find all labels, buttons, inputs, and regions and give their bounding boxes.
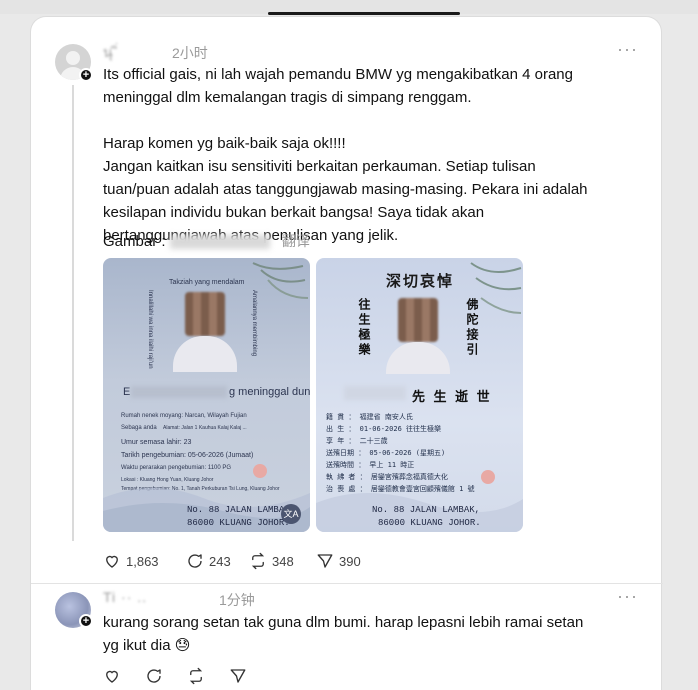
gambar-line: Gambar : 翻译 [103,230,653,253]
post-username[interactable]: นุ ิ่ [103,42,119,64]
repost-icon [251,552,265,570]
thread-line [72,85,74,541]
repost-button[interactable]: 348 [249,552,294,570]
follow-plus-icon[interactable]: + [79,68,93,82]
window-top-bar [0,0,698,15]
heart-icon [106,555,118,568]
top-handle [268,12,460,15]
post-more-icon[interactable]: ··· [617,39,638,60]
reply-timestamp: 1分钟 [219,592,255,608]
image-card-left[interactable]: Takziah yang mendalam Innalillahi wa inn… [103,258,310,532]
post-body: Its official gais, ni lah wajah pemandu … [103,63,653,247]
heart-icon [106,670,118,683]
card-right-row-6: 執 紼 者 ： 居鑾宮殯葬念福真德大化 [326,473,448,481]
reply-line-2: yg ikut dia 😓 [103,637,191,654]
post-line-4: Jangan kaitkan isu sensitiviti berkaitan… [103,158,536,175]
divider [31,583,663,584]
card-right-photo [398,298,438,342]
card-left-header: Takziah yang mendalam [169,279,245,286]
reply-body: kurang sorang setan tak guna dlm bumi. h… [103,611,658,657]
card-right-row-2: 出 生 ： 01-06-2026 往往生極樂 [326,425,442,433]
send-icon [317,554,333,568]
card-right-vert-left: 往生極樂 [357,298,371,358]
card-right-redacted-name [344,386,406,400]
feed-panel: + นุ ิ่ 2小时 ··· Its official gais, ni la… [30,16,663,690]
translate-link[interactable]: 翻译 [282,233,310,249]
card-left-vert-right: Amalannya membimbing [251,290,257,357]
reply-repost-button[interactable] [187,667,205,685]
post-timestamp: 2小时 [172,45,208,61]
post-line-5: tuan/puan adalah atas tanggungjawab masi… [103,181,588,198]
card-right-vert-right: 佛陀接引 [465,298,479,358]
image-card-right[interactable]: 深切哀悼 往生極樂 佛陀接引 先 生 逝 世 籍 貫 ： 福建省 南安人氏 出 … [316,258,523,532]
comment-icon [147,669,161,683]
card-left-row-5: Waktu perarakan pengebumian: 1100 PG [121,465,232,471]
card-right-address-2: 86000 KLUANG JOHOR. [378,518,481,528]
gambar-label: Gambar : [103,233,166,250]
card-right-title: 深切哀悼 [386,272,455,290]
image-translate-icon[interactable]: 文A [281,504,301,524]
like-count: 1,863 [126,553,159,569]
share-button[interactable]: 390 [316,552,361,570]
comment-icon [188,554,202,568]
card-left-row-4: Tarikh pengebumian: 05-06-2026 (Jumaat) [121,452,254,459]
post-line-3: Harap komen yg baik-baik saja ok!!!! [103,135,346,152]
card-left-row-1: Rumah nenek moyang: Narcan, Wilayah Fuji… [121,413,247,419]
card-right-address-1: No. 88 JALAN LAMBAK, [372,505,481,515]
share-count: 390 [339,553,361,569]
card-right-row-4: 送殯日期 ： 05-06-2026 (星期五) [326,449,446,457]
card-left-photo [185,292,225,336]
post-line-6: kesilapan individu bukan berkait bangsa!… [103,204,485,221]
reply-comment-button[interactable] [145,667,163,685]
card-right-row-3: 享 年 ： 二十三歲 [326,437,388,445]
reply-share-button[interactable] [229,667,247,685]
post-line-1: Its official gais, ni lah wajah pemandu … [103,66,573,83]
card-left-name-prefix: E [123,386,131,398]
card-right-row-5: 送殯時間 ： 早上 11 時正 [326,461,415,469]
card-right-sun [481,470,495,484]
card-left-redacted-name [131,386,227,398]
card-left-vert-left: Innalillahi wa inna ilaihi raji'un [147,290,153,369]
repost-icon [189,667,203,685]
comment-count: 243 [209,553,231,569]
reply-line-1: kurang sorang setan tak guna dlm bumi. h… [103,614,584,631]
card-left-row-2: Sebaga anda [121,425,157,431]
comment-button[interactable]: 243 [186,552,231,570]
avatar-head [66,51,80,65]
redacted-credit [169,235,270,250]
reply-username[interactable]: Ti ·· .. [103,589,147,605]
card-left-row-3: Umur semasa lahir: 23 [121,439,192,446]
card-left-address-1: No. 88 JALAN LAMBAK, [187,505,296,515]
send-icon [230,669,246,683]
card-left-photo-shirt [173,336,237,372]
card-right-row-1: 籍 貫 ： 福建省 南安人氏 [326,413,413,421]
reply-follow-plus-icon[interactable]: + [79,614,93,628]
card-left-name-suffix: g meninggal dunia [229,386,310,398]
repost-count: 348 [272,553,294,569]
card-left-address-2: 86000 KLUANG JOHOR. [187,518,290,528]
reply-like-button[interactable] [103,667,121,685]
card-right-photo-shirt [386,342,450,374]
like-button[interactable]: 1,863 [103,552,159,570]
card-left-row-2b: Alamat: Jalan 1 Kauhua Kalaj Kalaj ... [163,425,247,431]
card-right-name-suffix: 先 生 逝 世 [412,390,492,405]
post-line-2: meninggal dlm kemalangan tragis di simpa… [103,89,472,106]
reply-more-icon[interactable]: ··· [617,586,638,607]
